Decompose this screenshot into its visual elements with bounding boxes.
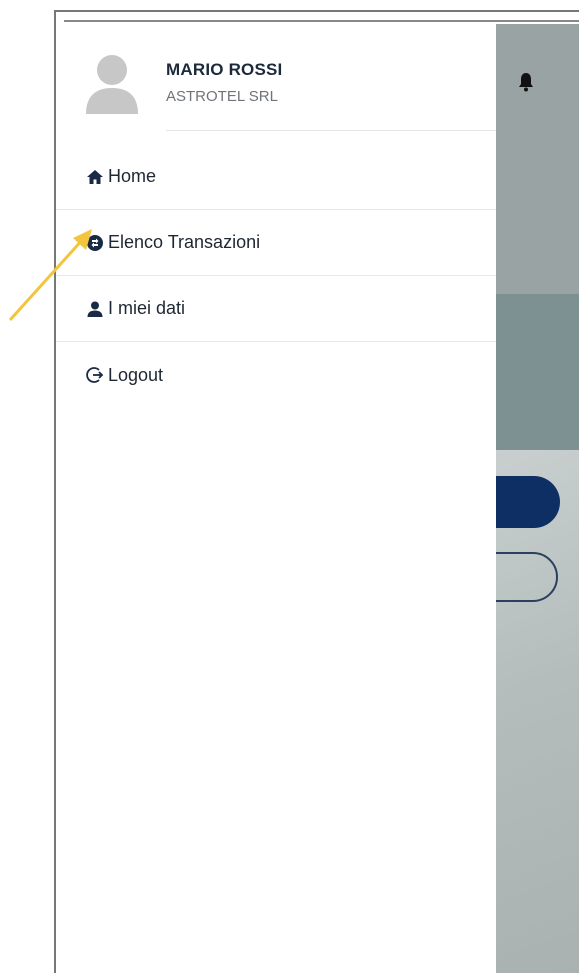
background-app-overlay[interactable] [436,24,579,973]
menu-item-logout[interactable]: Logout [56,342,496,408]
navigation-drawer: MARIO ROSSI ASTROTEL SRL Home Elenco Tra… [56,24,496,973]
logout-icon [86,367,104,383]
background-banner [496,294,579,450]
menu-item-transactions[interactable]: Elenco Transazioni [56,210,496,276]
frame-top-edge [64,20,579,22]
menu-item-label: Home [108,166,157,186]
drawer-menu: Home Elenco Transazioni I miei dati Logo… [56,144,496,408]
phone-frame: MARIO ROSSI ASTROTEL SRL Home Elenco Tra… [54,10,579,973]
menu-item-home[interactable]: Home [56,144,496,210]
user-name: MARIO ROSSI [166,60,283,79]
menu-item-label: Elenco Transazioni [108,232,261,252]
header-divider [166,130,496,131]
avatar [86,55,138,114]
user-company: ASTROTEL SRL [166,88,278,105]
home-icon [87,169,103,184]
annotation-arrow-icon [8,229,92,322]
menu-item-my-data[interactable]: I miei dati [56,276,496,342]
background-content [496,450,579,973]
menu-item-label: Logout [108,364,164,385]
drawer-header: MARIO ROSSI ASTROTEL SRL [56,24,496,132]
menu-item-label: I miei dati [108,298,186,318]
bell-icon[interactable] [518,72,534,92]
